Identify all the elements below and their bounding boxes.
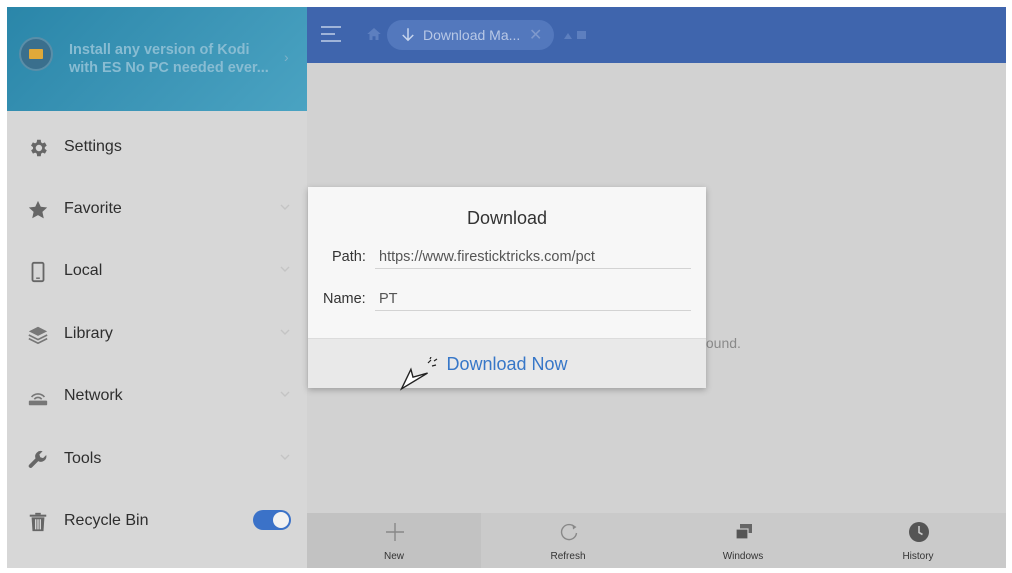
- chevron-down-icon[interactable]: [279, 326, 291, 338]
- gear-icon: [31, 139, 47, 157]
- tab-download-manager[interactable]: Download Ma... ✕: [387, 20, 554, 50]
- download-now-button[interactable]: Download Now: [308, 339, 706, 389]
- sidebar-item-label: Settings: [64, 138, 122, 155]
- chevron-down-icon[interactable]: [279, 263, 291, 275]
- sidebar-item-local[interactable]: Local: [7, 241, 307, 303]
- download-dialog: Download Path: Name: Download Now: [308, 187, 706, 388]
- promo-banner[interactable]: Install any version of Kodi with ES No P…: [7, 7, 307, 111]
- mail-icon: [19, 37, 53, 71]
- windows-button[interactable]: Windows: [656, 513, 830, 568]
- sidebar-item-label: Favorite: [64, 200, 122, 217]
- refresh-label: Refresh: [550, 551, 586, 562]
- network-icon: [28, 393, 48, 406]
- recycle-bin-toggle[interactable]: [253, 510, 291, 530]
- empty-state-text: found.: [702, 335, 741, 351]
- windows-label: Windows: [722, 551, 764, 562]
- dialog-action-bar: Download Now: [308, 338, 706, 388]
- sidebar-item-network[interactable]: Network: [7, 366, 307, 428]
- trash-icon: [29, 512, 47, 532]
- dialog-title: Download: [466, 208, 548, 228]
- name-label: Name:: [323, 291, 366, 307]
- path-label: Path:: [332, 249, 366, 265]
- sidebar-item-label: Tools: [64, 450, 102, 467]
- chevron-down-icon[interactable]: [279, 388, 291, 400]
- chevron-right-icon: ›: [284, 49, 289, 65]
- sidebar-item-favorite[interactable]: Favorite: [7, 179, 307, 241]
- path-input[interactable]: [375, 245, 691, 269]
- sidebar-item-label: Network: [64, 387, 123, 404]
- menu-icon[interactable]: [321, 23, 343, 45]
- refresh-button[interactable]: Refresh: [481, 513, 655, 568]
- sidebar-item-label: Local: [64, 262, 103, 279]
- plus-icon: [386, 523, 404, 541]
- sidebar-item-recycle-bin[interactable]: Recycle Bin: [7, 491, 307, 553]
- tab-label: Download Ma...: [423, 27, 521, 43]
- name-input[interactable]: [375, 287, 691, 311]
- clock-icon: [909, 522, 929, 542]
- history-label: History: [902, 551, 934, 562]
- sidebar: Install any version of Kodi with ES No P…: [7, 7, 307, 568]
- chevron-down-icon[interactable]: [279, 451, 291, 463]
- home-icon[interactable]: [365, 25, 383, 43]
- layers-icon: [28, 326, 48, 345]
- sidebar-item-settings[interactable]: Settings: [7, 117, 307, 179]
- chevron-down-icon[interactable]: [279, 201, 291, 213]
- window-switch-icon[interactable]: [563, 29, 591, 41]
- close-icon[interactable]: ✕: [529, 25, 542, 45]
- promo-text: Install any version of Kodi with ES No P…: [69, 42, 269, 76]
- bottom-toolbar: New Refresh Windows History: [307, 513, 1006, 568]
- star-icon: [28, 200, 48, 219]
- sidebar-item-label: Recycle Bin: [64, 512, 149, 529]
- new-button[interactable]: New: [307, 513, 481, 568]
- sidebar-item-label: Library: [64, 325, 113, 342]
- top-bar: Download Ma... ✕: [307, 7, 1006, 63]
- history-button[interactable]: History: [831, 513, 1005, 568]
- sidebar-item-tools[interactable]: Tools: [7, 429, 307, 491]
- download-arrow-icon: [402, 28, 414, 42]
- wrench-icon: [28, 450, 47, 468]
- refresh-icon: [560, 523, 578, 541]
- toggle-knob: [273, 512, 289, 528]
- windows-icon: [735, 524, 752, 540]
- pointer-cursor-icon: [399, 357, 438, 391]
- phone-icon: [31, 261, 45, 283]
- new-label: New: [383, 551, 404, 562]
- sidebar-item-library[interactable]: Library: [7, 304, 307, 366]
